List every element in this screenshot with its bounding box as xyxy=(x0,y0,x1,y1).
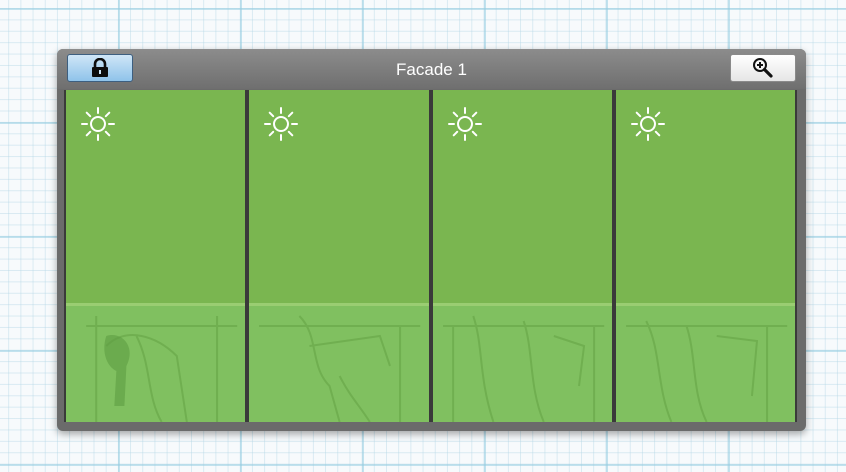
sun-icon xyxy=(630,107,665,141)
sun-icon xyxy=(81,107,115,141)
window-pane-1[interactable] xyxy=(66,90,246,422)
occupant-silhouette xyxy=(86,316,238,422)
window-pane-4[interactable] xyxy=(615,90,795,422)
facade-panel: Facade 1 xyxy=(57,49,806,431)
panel-titlebar: Facade 1 xyxy=(57,49,806,89)
occupant-silhouette xyxy=(625,320,787,422)
zoom-in-icon xyxy=(753,58,773,78)
window-pane-3[interactable] xyxy=(432,90,612,422)
panel-title: Facade 1 xyxy=(396,60,467,79)
zoom-button[interactable] xyxy=(730,54,796,82)
window-pane-2[interactable] xyxy=(249,90,429,422)
sun-icon xyxy=(264,107,299,141)
occupant-silhouette xyxy=(442,315,604,422)
sun-icon xyxy=(447,107,482,141)
facade-glass-area xyxy=(64,90,797,422)
occupant-silhouette xyxy=(259,315,421,422)
